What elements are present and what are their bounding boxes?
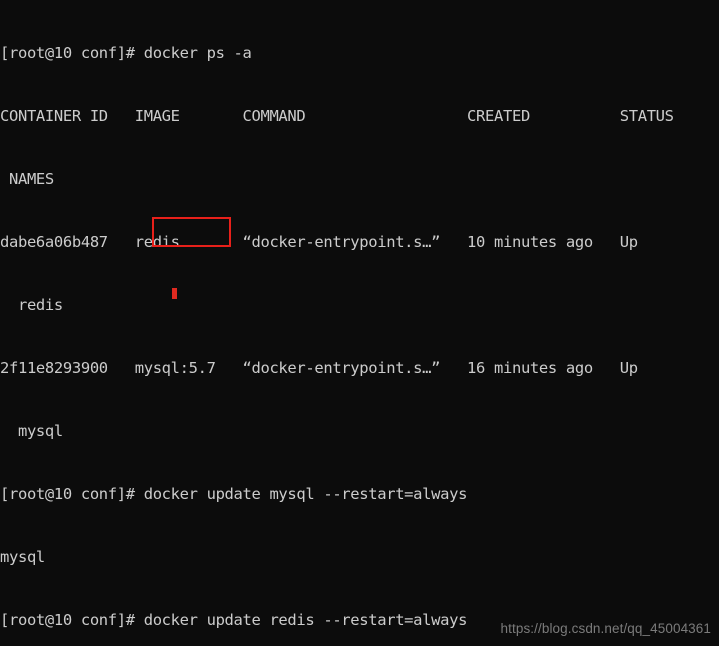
terminal-line: NAMES <box>0 170 54 188</box>
terminal-line: [root@10 conf]# docker update mysql --re… <box>0 485 468 503</box>
terminal-line: CONTAINER ID IMAGE COMMAND CREATED STATU… <box>0 107 674 125</box>
terminal-line: [root@10 conf]# docker ps -a <box>0 44 252 62</box>
terminal-line: mysql <box>0 422 63 440</box>
terminal-output[interactable]: [root@10 conf]# docker ps -a CONTAINER I… <box>0 1 719 646</box>
red-annotation-mark <box>172 288 177 299</box>
terminal-window[interactable]: [root@10 conf]# docker ps -a CONTAINER I… <box>0 0 719 646</box>
terminal-line: redis <box>0 296 63 314</box>
terminal-line: dabe6a06b487 redis “docker-entrypoint.s…… <box>0 233 638 251</box>
terminal-line: mysql <box>0 548 45 566</box>
watermark-url: https://blog.csdn.net/qq_45004361 <box>500 621 711 636</box>
terminal-line: 2f11e8293900 mysql:5.7 “docker-entrypoin… <box>0 359 638 377</box>
